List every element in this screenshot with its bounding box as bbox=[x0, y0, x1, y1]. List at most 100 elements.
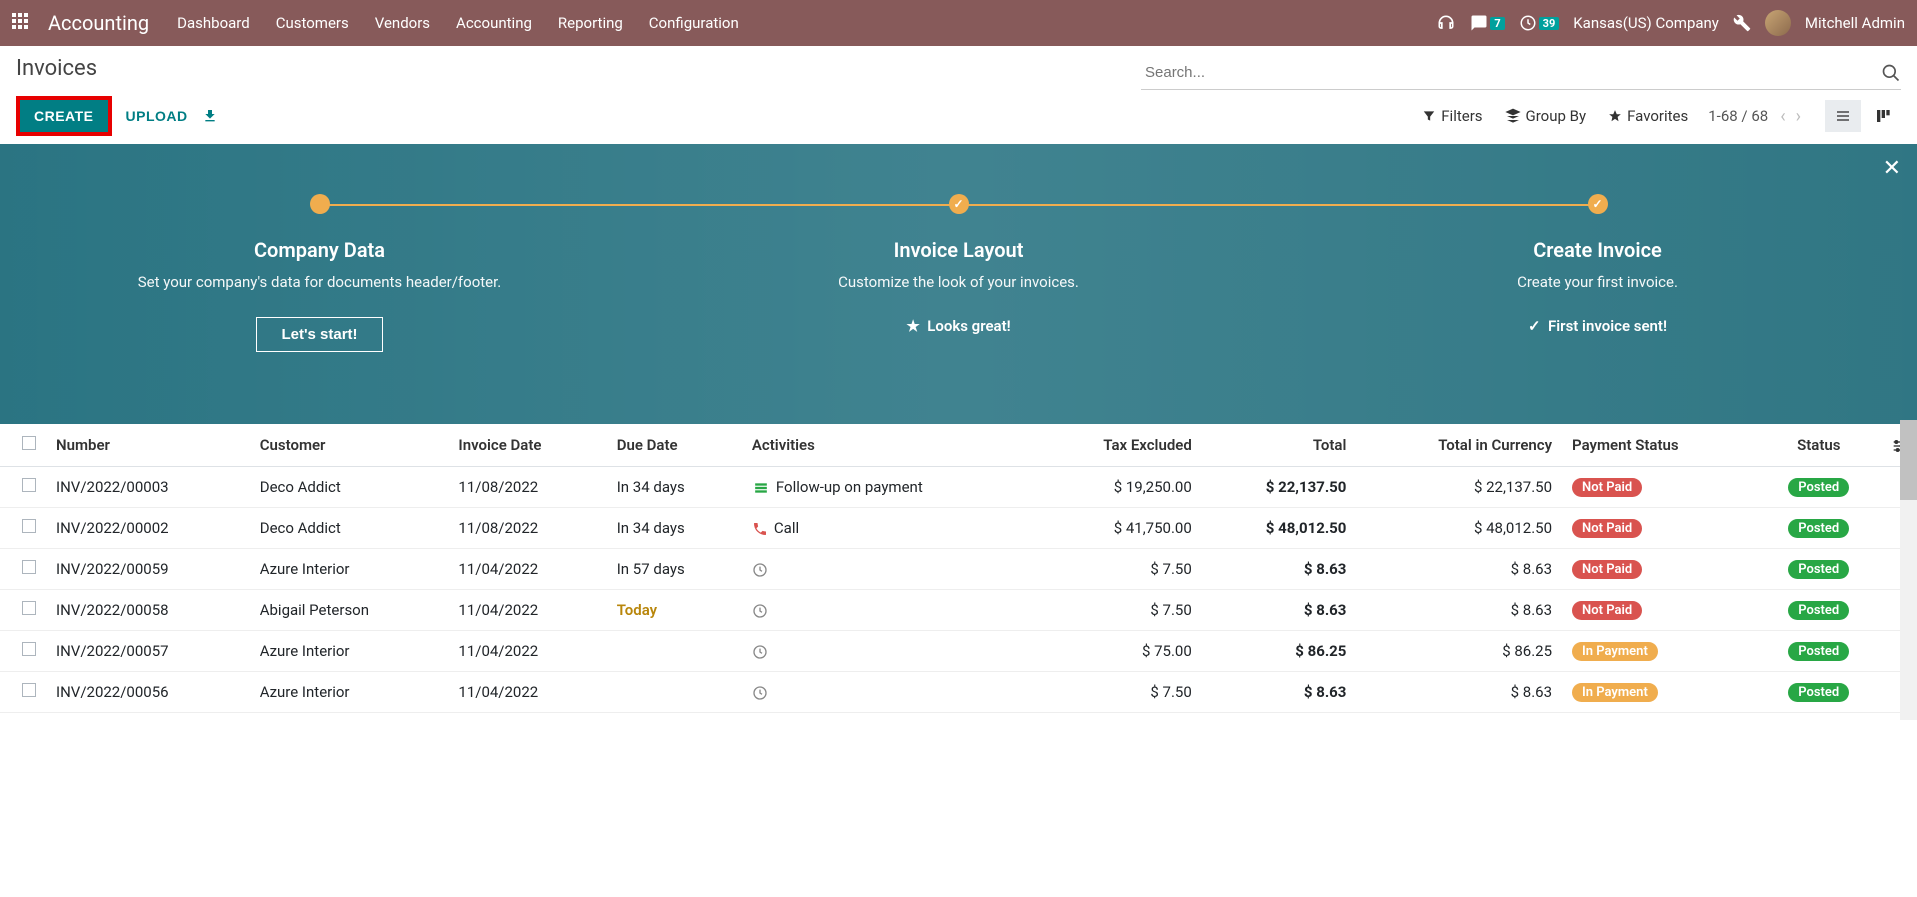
create-button[interactable]: CREATE bbox=[20, 100, 108, 132]
cell-due-date: Today bbox=[607, 590, 742, 631]
col-number[interactable]: Number bbox=[46, 424, 250, 467]
pager-next[interactable]: › bbox=[1792, 106, 1805, 127]
menu-reporting[interactable]: Reporting bbox=[558, 14, 623, 32]
step-desc: Create your first invoice. bbox=[1298, 272, 1897, 293]
step-title: Create Invoice bbox=[1298, 238, 1897, 262]
download-icon[interactable] bbox=[202, 108, 218, 124]
col-invoice-date[interactable]: Invoice Date bbox=[448, 424, 606, 467]
clock-icon[interactable] bbox=[752, 683, 768, 701]
col-payment-status[interactable]: Payment Status bbox=[1562, 424, 1756, 467]
col-due-date[interactable]: Due Date bbox=[607, 424, 742, 467]
cell-status: Posted bbox=[1757, 549, 1882, 590]
step-desc: Set your company's data for documents he… bbox=[20, 272, 619, 293]
cell-number: INV/2022/00059 bbox=[46, 549, 250, 590]
pager-text[interactable]: 1-68 / 68 bbox=[1708, 107, 1768, 125]
cell-status: Posted bbox=[1757, 631, 1882, 672]
menu-accounting[interactable]: Accounting bbox=[456, 14, 532, 32]
col-status[interactable]: Status bbox=[1757, 424, 1882, 467]
view-kanban-button[interactable] bbox=[1865, 100, 1901, 132]
cell-total-currency: $ 8.63 bbox=[1356, 672, 1562, 713]
table-row[interactable]: INV/2022/00003 Deco Addict 11/08/2022 In… bbox=[0, 467, 1917, 508]
col-activities[interactable]: Activities bbox=[742, 424, 1035, 467]
cell-total: $ 48,012.50 bbox=[1202, 508, 1357, 549]
clock-icon[interactable] bbox=[752, 642, 768, 660]
search-input[interactable] bbox=[1141, 60, 1881, 85]
apps-icon[interactable] bbox=[12, 13, 32, 33]
user-menu[interactable]: Mitchell Admin bbox=[1805, 14, 1905, 32]
table-row[interactable]: INV/2022/00058 Abigail Peterson 11/04/20… bbox=[0, 590, 1917, 631]
menu-dashboard[interactable]: Dashboard bbox=[177, 14, 250, 32]
messages-icon[interactable]: 7 bbox=[1470, 14, 1504, 32]
cell-due-date bbox=[607, 672, 742, 713]
step-dot-icon bbox=[949, 194, 969, 214]
status-badge: Posted bbox=[1788, 519, 1849, 538]
cell-activities bbox=[742, 590, 1035, 631]
cell-payment-status: Not Paid bbox=[1562, 467, 1756, 508]
activities-icon[interactable]: 39 bbox=[1519, 14, 1560, 32]
payment-status-badge: In Payment bbox=[1572, 683, 1658, 702]
phone-icon[interactable] bbox=[752, 519, 768, 537]
support-icon[interactable] bbox=[1436, 13, 1456, 33]
row-checkbox[interactable] bbox=[22, 642, 36, 656]
cell-activities: Follow-up on payment bbox=[742, 467, 1035, 508]
cell-payment-status: Not Paid bbox=[1562, 508, 1756, 549]
onboard-action-button[interactable]: Let's start! bbox=[256, 317, 382, 352]
scrollbar[interactable] bbox=[1900, 420, 1917, 720]
search-icon[interactable] bbox=[1881, 63, 1901, 83]
col-customer[interactable]: Customer bbox=[250, 424, 449, 467]
scrollbar-thumb[interactable] bbox=[1900, 420, 1917, 500]
clock-icon[interactable] bbox=[752, 601, 768, 619]
cell-status: Posted bbox=[1757, 467, 1882, 508]
app-brand[interactable]: Accounting bbox=[48, 11, 149, 35]
table-row[interactable]: INV/2022/00002 Deco Addict 11/08/2022 In… bbox=[0, 508, 1917, 549]
pager-prev[interactable]: ‹ bbox=[1776, 106, 1789, 127]
groupby-label: Group By bbox=[1526, 107, 1587, 125]
payment-status-badge: Not Paid bbox=[1572, 478, 1642, 497]
debug-icon[interactable] bbox=[1733, 14, 1751, 32]
upload-button[interactable]: UPLOAD bbox=[126, 108, 188, 124]
favorites-label: Favorites bbox=[1627, 107, 1688, 125]
menu-customers[interactable]: Customers bbox=[276, 14, 349, 32]
col-total-currency[interactable]: Total in Currency bbox=[1356, 424, 1562, 467]
cell-customer: Azure Interior bbox=[250, 631, 449, 672]
cell-tax-excluded: $ 41,750.00 bbox=[1035, 508, 1202, 549]
clock-icon[interactable] bbox=[752, 560, 768, 578]
row-checkbox[interactable] bbox=[22, 478, 36, 492]
row-checkbox[interactable] bbox=[22, 519, 36, 533]
row-checkbox[interactable] bbox=[22, 560, 36, 574]
row-checkbox[interactable] bbox=[22, 601, 36, 615]
menu-configuration[interactable]: Configuration bbox=[649, 14, 739, 32]
followup-icon[interactable] bbox=[752, 478, 770, 496]
cell-tax-excluded: $ 7.50 bbox=[1035, 590, 1202, 631]
cell-activities bbox=[742, 549, 1035, 590]
col-tax-excluded[interactable]: Tax Excluded bbox=[1035, 424, 1202, 467]
col-total[interactable]: Total bbox=[1202, 424, 1357, 467]
search-bar bbox=[1141, 56, 1901, 90]
cell-customer: Deco Addict bbox=[250, 508, 449, 549]
filters-button[interactable]: Filters bbox=[1422, 107, 1482, 125]
page-title: Invoices bbox=[16, 56, 97, 81]
table-row[interactable]: INV/2022/00057 Azure Interior 11/04/2022… bbox=[0, 631, 1917, 672]
cell-invoice-date: 11/04/2022 bbox=[448, 672, 606, 713]
select-all-checkbox[interactable] bbox=[22, 436, 36, 450]
cell-total: $ 86.25 bbox=[1202, 631, 1357, 672]
onboard-step: Invoice Layout Customize the look of you… bbox=[639, 194, 1278, 424]
cell-tax-excluded: $ 7.50 bbox=[1035, 549, 1202, 590]
cell-customer: Abigail Peterson bbox=[250, 590, 449, 631]
cell-activities bbox=[742, 631, 1035, 672]
favorites-button[interactable]: Favorites bbox=[1608, 107, 1688, 125]
view-list-button[interactable] bbox=[1825, 100, 1861, 132]
row-checkbox[interactable] bbox=[22, 683, 36, 697]
menu-vendors[interactable]: Vendors bbox=[375, 14, 430, 32]
avatar[interactable] bbox=[1765, 10, 1791, 36]
status-badge: Posted bbox=[1788, 683, 1849, 702]
cell-total-currency: $ 8.63 bbox=[1356, 590, 1562, 631]
groupby-button[interactable]: Group By bbox=[1505, 107, 1587, 125]
step-title: Company Data bbox=[20, 238, 619, 262]
cell-number: INV/2022/00002 bbox=[46, 508, 250, 549]
table-row[interactable]: INV/2022/00056 Azure Interior 11/04/2022… bbox=[0, 672, 1917, 713]
cell-payment-status: Not Paid bbox=[1562, 590, 1756, 631]
company-selector[interactable]: Kansas(US) Company bbox=[1573, 14, 1719, 32]
messages-count: 7 bbox=[1490, 17, 1504, 30]
table-row[interactable]: INV/2022/00059 Azure Interior 11/04/2022… bbox=[0, 549, 1917, 590]
